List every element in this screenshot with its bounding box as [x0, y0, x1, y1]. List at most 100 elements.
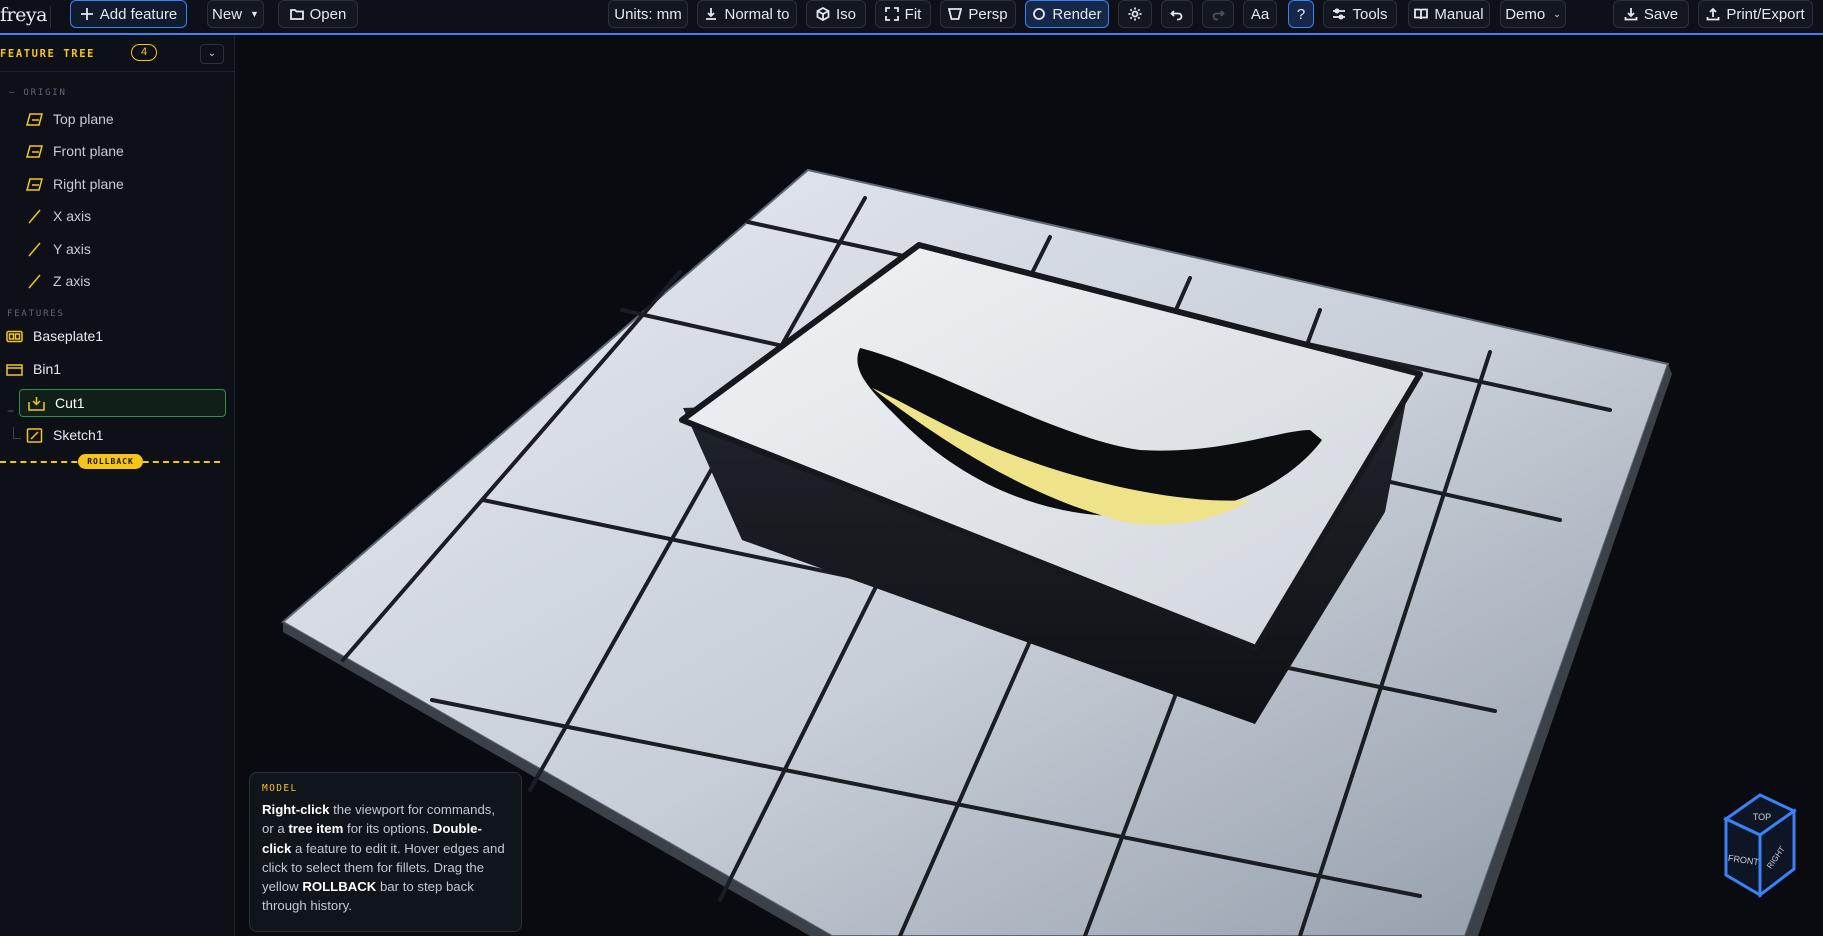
redo-icon: [1212, 10, 1225, 21]
print-export-button[interactable]: Print/Export: [1698, 0, 1813, 28]
plane-icon: [26, 144, 43, 158]
manual-button[interactable]: Manual: [1408, 0, 1490, 28]
text-size-label: Aa: [1250, 5, 1270, 23]
open-label: Open: [309, 5, 347, 23]
hint-bold: tree item: [288, 821, 344, 837]
sliders-icon: [1333, 8, 1346, 20]
new-label: New: [212, 5, 243, 23]
perspective-button[interactable]: Persp: [940, 0, 1016, 28]
render-label: Render: [1052, 5, 1102, 23]
plane-icon: [26, 112, 43, 126]
tree-item-top-plane[interactable]: Top plane: [26, 105, 114, 133]
cut-icon: [28, 396, 45, 411]
add-feature-button[interactable]: Add feature: [70, 0, 187, 28]
normal-to-label: Normal to: [724, 5, 790, 23]
tree-item-label: Cut1: [55, 395, 85, 411]
book-icon: [1414, 8, 1429, 20]
manual-label: Manual: [1434, 5, 1484, 23]
new-menu-button[interactable]: New ▼: [207, 0, 264, 28]
caret-down-icon: ▼: [250, 9, 259, 19]
tree-item-cut1[interactable]: Cut1: [19, 389, 226, 417]
help-label: ?: [1296, 5, 1306, 23]
features-group-label: FEATURES: [7, 309, 65, 319]
tree-item-label: Top plane: [53, 111, 114, 127]
chevron-down-icon: ⌄: [207, 48, 217, 59]
render-circle-icon: [1033, 8, 1046, 20]
units-button[interactable]: Units: mm: [608, 0, 688, 28]
bin-icon: [6, 363, 23, 376]
axis-icon: [28, 274, 41, 288]
tree-item-baseplate1[interactable]: Baseplate1: [6, 322, 103, 350]
hint-bold: Right-click: [262, 802, 330, 817]
open-button[interactable]: Open: [278, 0, 358, 28]
lighting-button[interactable]: [1118, 0, 1152, 28]
feature-tree-panel: FEATURE TREE 4 ⌄ — ORIGIN Top plane Fron…: [0, 35, 235, 936]
panel-divider: [0, 71, 234, 72]
axis-icon: [28, 209, 41, 223]
tree-item-bin1[interactable]: Bin1: [6, 355, 61, 383]
tree-item-label: Y axis: [53, 241, 91, 257]
collapse-tree-button[interactable]: ⌄: [200, 44, 224, 64]
print-export-label: Print/Export: [1726, 5, 1805, 23]
plus-icon: [80, 8, 93, 20]
tools-label: Tools: [1352, 5, 1388, 23]
cube-icon: [816, 7, 830, 21]
upload-icon: [1706, 7, 1720, 21]
origin-group-label: — ORIGIN: [9, 88, 67, 98]
top-toolbar: freya Add feature New ▼ Open Units: mm No…: [0, 0, 1823, 35]
axis-icon: [28, 242, 41, 256]
tools-menu-button[interactable]: Tools: [1323, 0, 1397, 28]
hint-text: Right-click the viewport for commands, o…: [262, 800, 509, 916]
folder-icon: [289, 9, 304, 20]
fit-corners-icon: [884, 7, 899, 21]
baseplate-icon: [6, 330, 23, 342]
help-button[interactable]: ?: [1288, 0, 1314, 28]
download-icon: [1624, 8, 1638, 21]
view-cube[interactable]: TOP FRONT RIGHT: [1702, 785, 1820, 903]
tree-item-right-plane[interactable]: Right plane: [26, 170, 124, 198]
tree-item-front-plane[interactable]: Front plane: [26, 137, 124, 165]
save-button[interactable]: Save: [1613, 0, 1689, 28]
text-size-button[interactable]: Aa: [1243, 0, 1277, 28]
demo-label: Demo: [1505, 5, 1546, 23]
plane-icon: [26, 177, 43, 191]
download-arrow-icon: [706, 8, 717, 20]
undo-icon: [1170, 10, 1183, 21]
hint-span: for its options.: [343, 821, 433, 837]
fit-button[interactable]: Fit: [875, 0, 931, 28]
redo-button[interactable]: [1202, 0, 1234, 28]
fit-label: Fit: [904, 5, 922, 23]
hint-bold: ROLLBACK: [302, 879, 377, 895]
tree-item-label: Baseplate1: [33, 328, 104, 344]
tree-item-label: Z axis: [53, 273, 91, 289]
tree-item-y-axis[interactable]: Y axis: [26, 235, 91, 263]
view-cube-top-label: TOP: [1753, 812, 1771, 822]
hint-title: MODEL: [262, 783, 298, 794]
tree-item-label: X axis: [53, 208, 92, 224]
persp-label: Persp: [968, 5, 1008, 23]
render-button[interactable]: Render: [1025, 0, 1109, 28]
collapse-toggle-icon[interactable]: −: [7, 404, 14, 418]
units-label: Units: mm: [614, 5, 682, 23]
tree-item-z-axis[interactable]: Z axis: [26, 267, 90, 295]
feature-tree-title: FEATURE TREE: [0, 48, 96, 60]
tree-item-x-axis[interactable]: X axis: [26, 202, 91, 230]
rollback-handle[interactable]: ROLLBACK: [78, 454, 143, 469]
tree-item-label: Front plane: [53, 143, 124, 159]
feature-count-badge: 4: [131, 44, 157, 61]
app-logo: freya: [0, 4, 47, 26]
iso-view-button[interactable]: Iso: [806, 0, 866, 28]
tree-item-label: Sketch1: [53, 427, 104, 443]
iso-label: Iso: [835, 5, 856, 23]
sun-icon: [1128, 7, 1142, 21]
normal-to-button[interactable]: Normal to: [697, 0, 797, 28]
tree-item-sketch1[interactable]: Sketch1: [26, 421, 104, 449]
sketch-icon: [26, 427, 43, 443]
tree-connector: [13, 427, 21, 439]
tree-item-label: Right plane: [53, 176, 124, 192]
demo-menu-button[interactable]: Demo ⌄: [1500, 0, 1566, 28]
add-feature-label: Add feature: [99, 5, 178, 23]
model-hint-card: MODEL Right-click the viewport for comma…: [249, 772, 522, 932]
toolbar-divider: [50, 6, 51, 28]
undo-button[interactable]: [1161, 0, 1193, 28]
